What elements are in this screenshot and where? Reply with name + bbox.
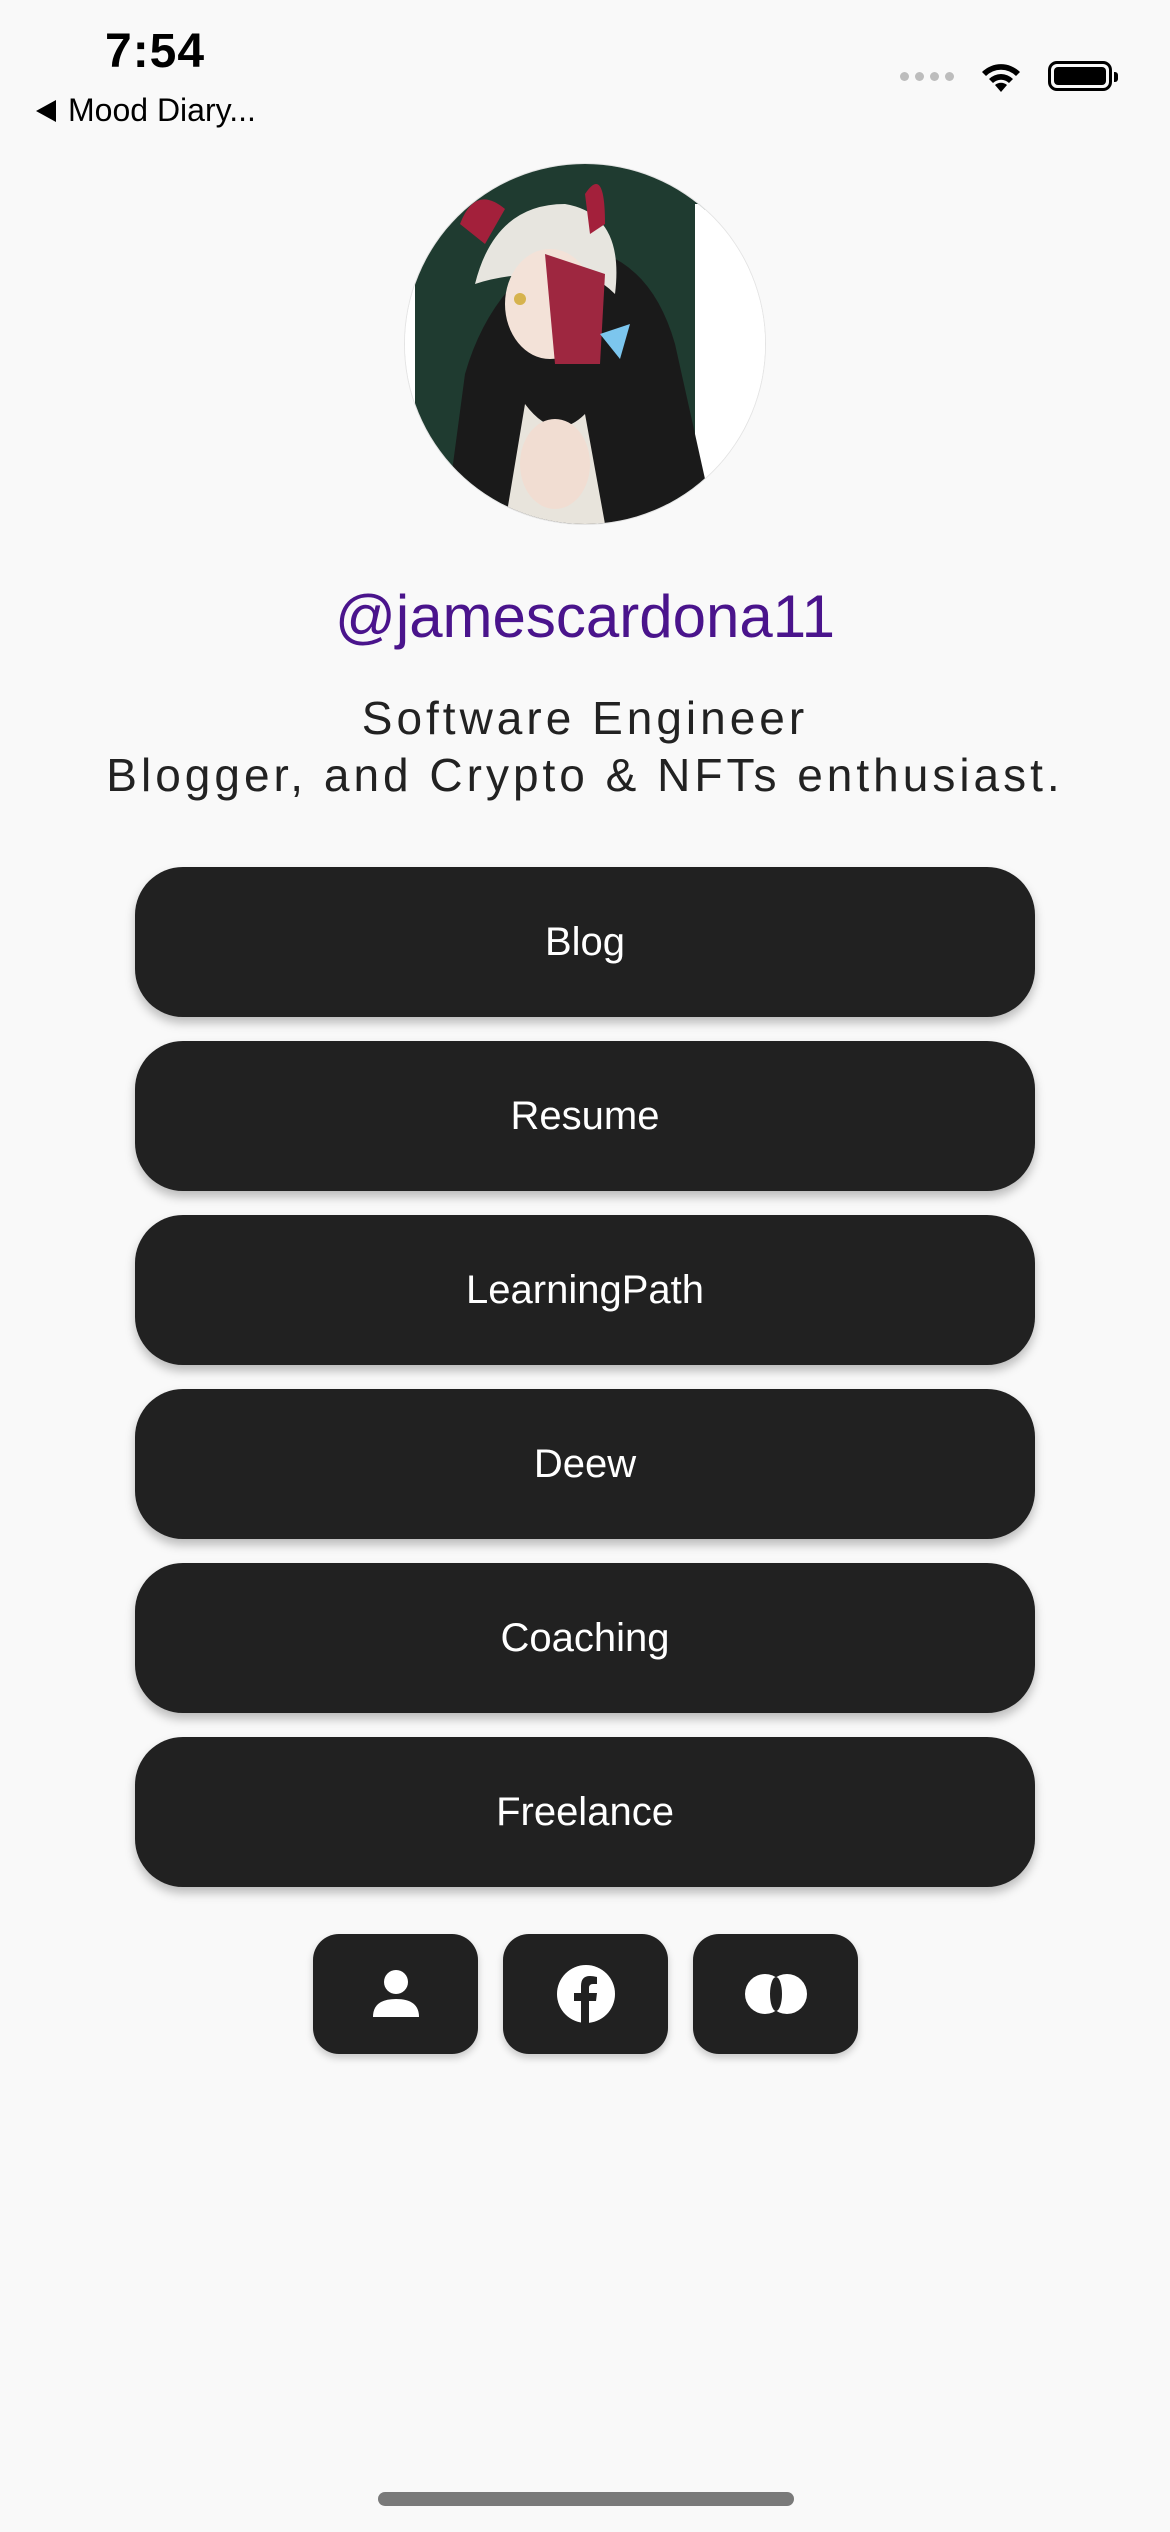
cellular-signal-icon (900, 71, 954, 81)
person-icon (372, 1970, 419, 2017)
learningpath-button[interactable]: LearningPath (135, 1215, 1035, 1365)
deew-button[interactable]: Deew (135, 1389, 1035, 1539)
freelance-button[interactable]: Freelance (135, 1737, 1035, 1887)
back-to-app-button[interactable]: Mood Diary... (36, 92, 256, 129)
screen: 7:54 Mood Diary... @jamescardona11 Softw… (0, 0, 1170, 2532)
battery-icon (1048, 61, 1118, 91)
status-indicators (900, 58, 1118, 94)
facebook-social-button[interactable] (503, 1934, 668, 2054)
overlap-circles-icon (744, 1974, 807, 2014)
facebook-icon (556, 1965, 615, 2024)
coaching-button[interactable]: Coaching (135, 1563, 1035, 1713)
status-time: 7:54 (105, 25, 206, 78)
bio-line-1: Software Engineer (361, 692, 809, 744)
social-links (313, 1934, 858, 2054)
overlap-social-button[interactable] (693, 1934, 858, 2054)
resume-button[interactable]: Resume (135, 1041, 1035, 1191)
profile-avatar (405, 164, 765, 524)
link-list: Blog Resume LearningPath Deew Coaching F… (135, 867, 1035, 1911)
home-indicator[interactable] (378, 2492, 794, 2506)
profile-bio: Software Engineer Blogger, and Crypto & … (0, 690, 1170, 804)
back-arrow-icon (36, 99, 56, 122)
profile-username: @jamescardona11 (334, 583, 836, 650)
bio-line-2: Blogger, and Crypto & NFTs enthusiast. (106, 749, 1064, 801)
profile-social-button[interactable] (313, 1934, 478, 2054)
wifi-icon (976, 58, 1026, 94)
back-app-label: Mood Diary... (68, 92, 256, 128)
blog-button[interactable]: Blog (135, 867, 1035, 1017)
